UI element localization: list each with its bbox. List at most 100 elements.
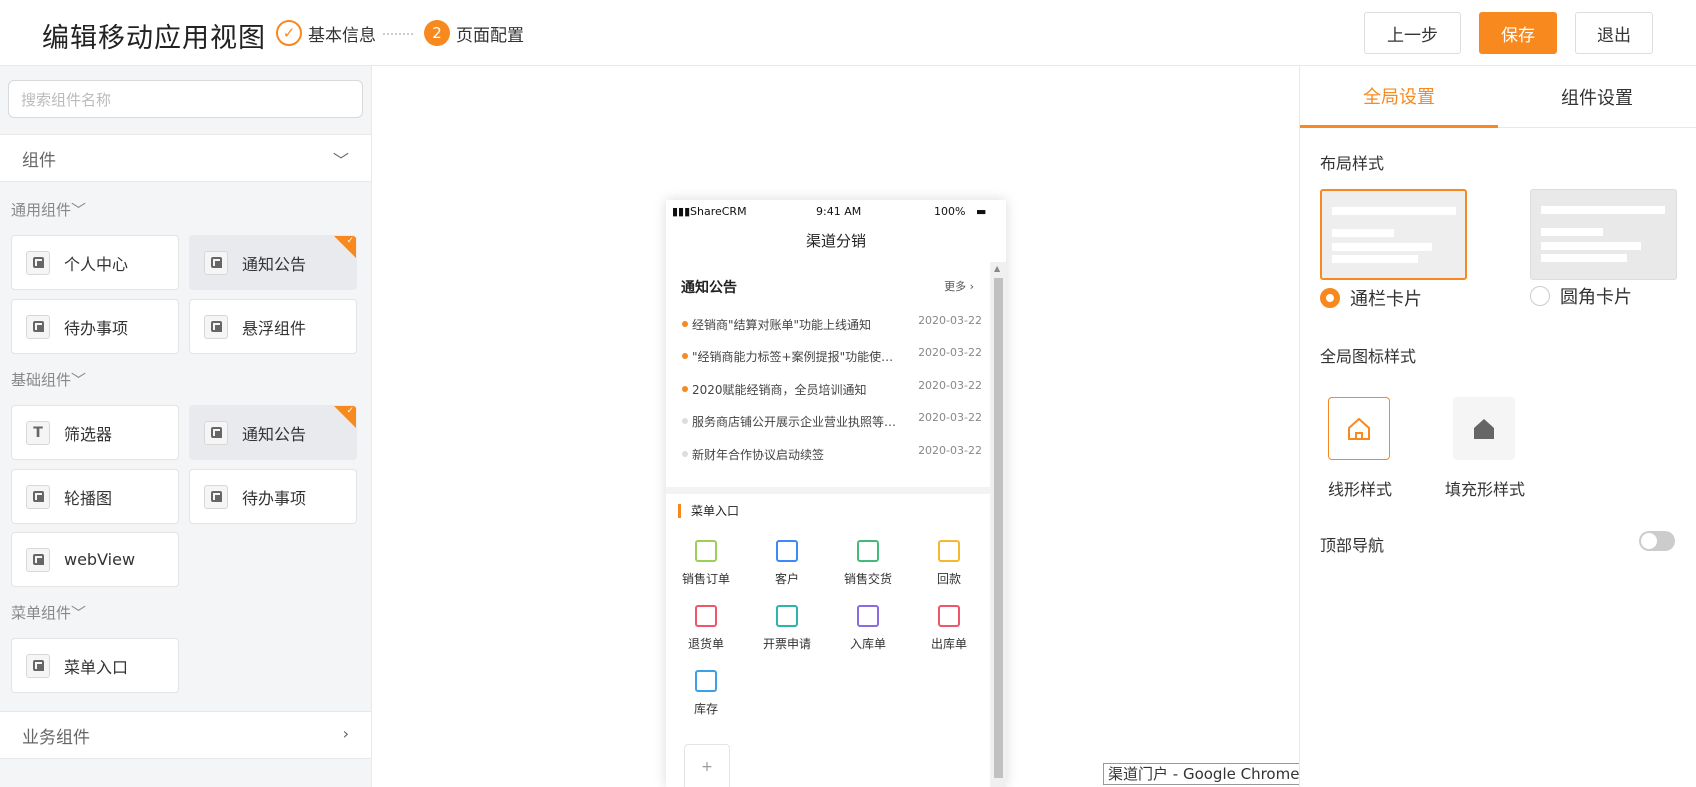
read-dot <box>682 418 688 424</box>
step-basic-info[interactable]: ✓ 基本信息 <box>276 20 376 46</box>
menu-item-invoice[interactable]: 开票申请 <box>747 605 827 652</box>
group-title-menu[interactable]: 菜单组件﹀ <box>11 602 86 623</box>
component-personal-center[interactable]: 个人中心 <box>11 235 179 290</box>
component-webview[interactable]: webView <box>11 532 179 587</box>
component-menu-entry[interactable]: 菜单入口 <box>11 638 179 693</box>
home-filled-icon <box>1474 418 1494 439</box>
step-label: 页面配置 <box>456 25 524 46</box>
clock: 9:41 AM <box>816 205 862 218</box>
menu-card[interactable]: 菜单入口 销售订单 客户 销售交货 回款 退货单 开票申请 入库单 出库单 库存… <box>666 494 990 787</box>
notice-row[interactable]: 新财年合作协议启动续签 2020-03-22 <box>682 444 982 464</box>
ticket-icon <box>776 605 798 627</box>
page-title: 编辑移动应用视图 <box>42 23 266 54</box>
warehouse-icon <box>695 670 717 692</box>
preview-bar <box>1332 255 1418 263</box>
tab-component-settings[interactable]: 组件设置 <box>1498 66 1696 128</box>
clipboard-icon <box>695 605 717 627</box>
signal-icon: ▮▮▮ <box>672 205 691 218</box>
save-button[interactable]: 保存 <box>1479 12 1557 54</box>
notice-row[interactable]: 服务商店铺公开展示企业营业执照等信息 2020-03-22 <box>682 411 982 431</box>
search-input[interactable]: 搜索组件名称 <box>8 80 363 118</box>
notice-row[interactable]: 2020赋能经销商，全员培训通知 2020-03-22 <box>682 379 982 399</box>
notice-more-link[interactable]: 更多 › <box>944 278 974 294</box>
component-floating[interactable]: 悬浮组件 <box>189 299 357 354</box>
clipboard-icon <box>695 540 717 562</box>
component-icon <box>204 314 228 339</box>
preview-bar <box>1541 228 1603 236</box>
toggle-knob <box>1641 533 1657 549</box>
chevron-down-icon: ﹀ <box>332 151 349 170</box>
component-icon <box>26 484 50 509</box>
preview-bar <box>1541 254 1627 262</box>
menu-item-customer[interactable]: 客户 <box>747 540 827 587</box>
business-section-header[interactable]: 业务组件 › <box>0 711 371 759</box>
component-section-header[interactable]: 组件 ﹀ <box>0 134 371 182</box>
component-filter[interactable]: T 筛选器 <box>11 405 179 460</box>
document-icon <box>857 605 879 627</box>
menu-item-inventory[interactable]: 库存 <box>666 670 746 717</box>
home-outline-icon <box>1348 417 1370 440</box>
step-label: 基本信息 <box>308 25 376 46</box>
step-page-config[interactable]: 2 页面配置 <box>424 20 524 46</box>
layout-option-rounded-card[interactable] <box>1530 189 1677 280</box>
top-nav-toggle[interactable] <box>1639 531 1675 551</box>
tab-global-settings[interactable]: 全局设置 <box>1300 66 1498 128</box>
unread-dot <box>682 321 688 327</box>
document-icon <box>857 540 879 562</box>
menu-title: 菜单入口 <box>678 504 739 518</box>
component-icon <box>26 250 50 275</box>
header: 编辑移动应用视图 ✓ 基本信息 2 页面配置 上一步 保存 退出 <box>0 0 1696 66</box>
prev-button[interactable]: 上一步 <box>1364 12 1461 54</box>
layout-option-full-card[interactable] <box>1320 189 1467 280</box>
check-icon: ✓ <box>276 20 302 46</box>
component-icon <box>26 314 50 339</box>
preview-bar <box>1541 242 1641 250</box>
component-icon <box>204 484 228 509</box>
scroll-up-icon[interactable]: ▲ <box>994 264 1000 273</box>
icon-style-line-label: 线形样式 <box>1328 480 1393 499</box>
group-title-basic[interactable]: 基础组件﹀ <box>11 369 86 390</box>
component-icon <box>26 653 50 678</box>
house-icon <box>938 605 960 627</box>
chevron-right-icon: › <box>342 724 349 743</box>
window-tooltip: 渠道门户 - Google Chrome <box>1103 763 1305 785</box>
icon-style-label: 全局图标样式 <box>1320 347 1417 366</box>
preview-bar <box>1541 206 1665 214</box>
component-todo[interactable]: 待办事项 <box>11 299 179 354</box>
component-todo[interactable]: 待办事项 <box>189 469 357 524</box>
menu-item-payment[interactable]: 回款 <box>909 540 989 587</box>
component-icon <box>26 547 50 572</box>
component-carousel[interactable]: 轮播图 <box>11 469 179 524</box>
section-label: 业务组件 <box>22 727 90 748</box>
preview-bar <box>1332 229 1394 237</box>
radio-full-card[interactable]: 通栏卡片 <box>1320 285 1422 311</box>
scrollbar-thumb[interactable] <box>994 278 1003 778</box>
notice-row[interactable]: 经销商"结算对账单"功能上线通知 2020-03-22 <box>682 314 982 334</box>
phone-preview: ▮▮▮ ShareCRM 9:41 AM 100% ▬ 渠道分销 通知公告 更多… <box>666 200 1006 787</box>
read-dot <box>682 451 688 457</box>
notice-card[interactable]: 通知公告 更多 › 经销商"结算对账单"功能上线通知 2020-03-22 "经… <box>666 262 990 487</box>
radio-unchecked-icon <box>1530 286 1550 306</box>
notice-row[interactable]: "经销商能力标签+案例提报"功能使用说明 2020-03-22 <box>682 346 982 366</box>
menu-item-outbound[interactable]: 出库单 <box>909 605 989 652</box>
group-title-general[interactable]: 通用组件﹀ <box>11 199 86 220</box>
phone-scrollbar[interactable]: ▲ <box>991 262 1006 787</box>
unread-dot <box>682 353 688 359</box>
radio-checked-icon <box>1320 288 1340 308</box>
check-icon: ✓ <box>346 406 354 416</box>
component-notice[interactable]: 通知公告 ✓ <box>189 405 357 460</box>
top-nav-label: 顶部导航 <box>1320 536 1385 555</box>
icon-style-line[interactable] <box>1328 397 1390 460</box>
add-menu-button[interactable]: + <box>684 744 730 787</box>
menu-item-return[interactable]: 退货单 <box>666 605 746 652</box>
menu-item-delivery[interactable]: 销售交货 <box>828 540 908 587</box>
radio-rounded-card[interactable]: 圆角卡片 <box>1530 283 1632 309</box>
icon-style-fill[interactable] <box>1453 397 1515 460</box>
menu-item-sales-order[interactable]: 销售订单 <box>666 540 746 587</box>
icon-style-fill-label: 填充形样式 <box>1445 480 1526 499</box>
exit-button[interactable]: 退出 <box>1575 12 1653 54</box>
menu-item-inbound[interactable]: 入库单 <box>828 605 908 652</box>
component-notice[interactable]: 通知公告 ✓ <box>189 235 357 290</box>
component-icon <box>204 420 228 445</box>
filter-icon: T <box>26 420 50 445</box>
